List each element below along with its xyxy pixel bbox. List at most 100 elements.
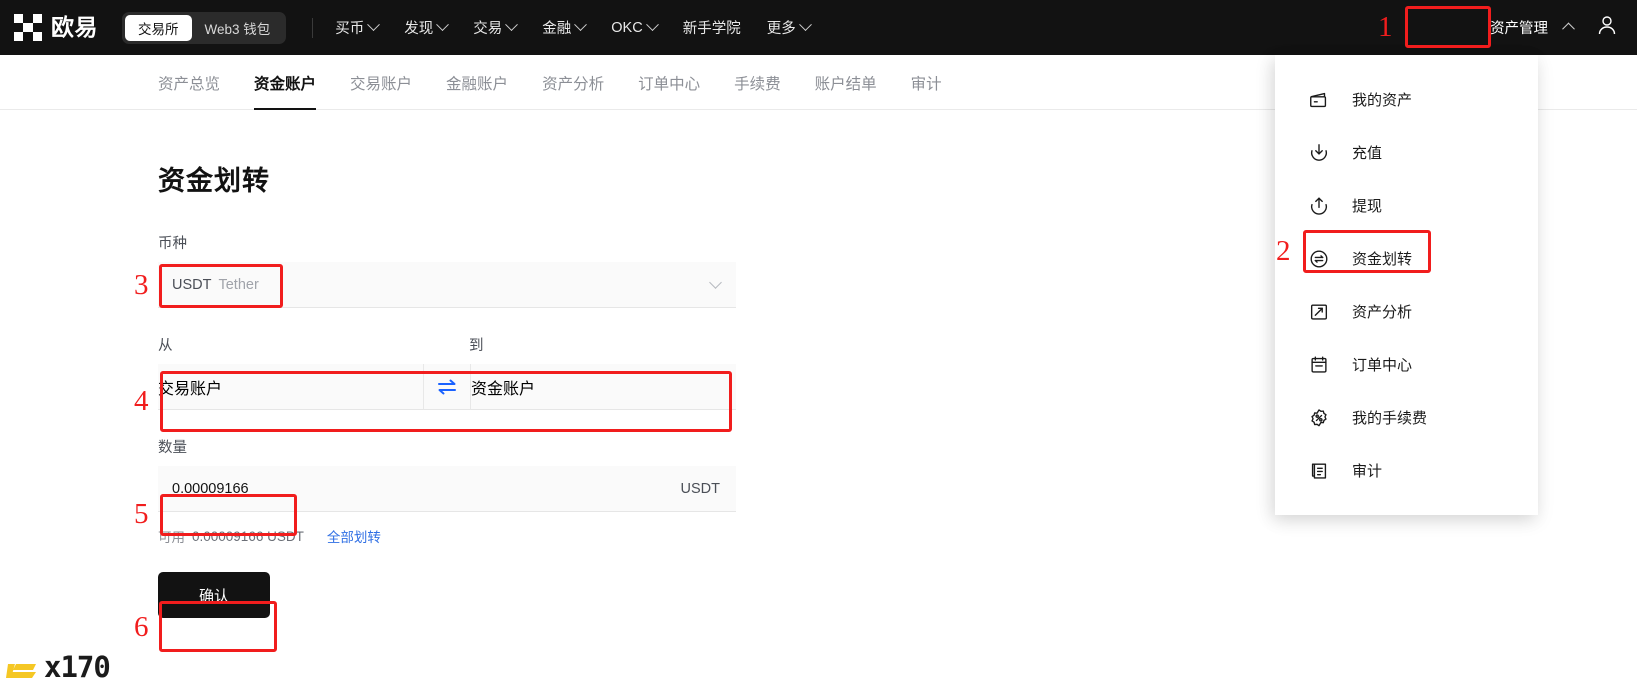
dropdown-item-audit[interactable]: 审计	[1275, 444, 1538, 497]
from-to-labels: 从 到	[158, 334, 736, 364]
currency-select[interactable]: USDT Tether	[158, 262, 736, 308]
chevron-down-icon	[709, 276, 722, 289]
nav-label: 金融	[542, 17, 571, 38]
chevron-down-icon	[646, 18, 659, 31]
annotation-number-5: 5	[134, 500, 149, 529]
annotation-number-2: 2	[1276, 237, 1291, 266]
asset-manager-menu[interactable]: 资产管理	[1484, 13, 1554, 42]
dropdown-item-my-fees[interactable]: 我的手续费	[1275, 391, 1538, 444]
segment-exchange[interactable]: 交易所	[125, 15, 192, 41]
from-account-select[interactable]: 交易账户	[158, 364, 423, 410]
transfer-circle-icon	[1308, 248, 1330, 270]
chevron-down-icon	[367, 18, 380, 31]
chevron-down-icon	[436, 18, 449, 31]
confirm-button[interactable]: 确认	[158, 572, 270, 618]
annotation-number-4: 4	[134, 387, 149, 416]
subtab-financial-account[interactable]: 金融账户	[446, 55, 508, 110]
swap-arrows-icon	[436, 378, 458, 396]
chevron-down-icon	[799, 18, 812, 31]
watermark-logo: x170	[6, 650, 110, 684]
dropdown-item-label: 我的资产	[1352, 89, 1412, 110]
wallet-icon	[1308, 89, 1330, 111]
nav-item-more[interactable]: 更多	[767, 17, 810, 38]
analytics-chart-icon	[1308, 301, 1330, 323]
subtab-fees[interactable]: 手续费	[734, 55, 781, 110]
amount-label: 数量	[158, 436, 736, 457]
subtab-asset-analysis[interactable]: 资产分析	[542, 55, 604, 110]
subtab-funding-account[interactable]: 资金账户	[254, 55, 316, 110]
segment-web3-wallet[interactable]: Web3 钱包	[192, 15, 284, 41]
dropdown-item-label: 订单中心	[1352, 354, 1412, 375]
transfer-form: 币种 USDT Tether 从 到 交易账户	[158, 232, 736, 618]
dropdown-item-label: 充值	[1352, 142, 1382, 163]
nav-label: 更多	[767, 17, 796, 38]
nav-divider	[312, 18, 313, 38]
to-account-value: 资金账户	[471, 375, 535, 399]
nav-item-academy[interactable]: 新手学院	[683, 17, 741, 38]
user-avatar-icon[interactable]	[1595, 13, 1619, 42]
annotation-number-3: 3	[134, 271, 149, 300]
nav-item-okc[interactable]: OKC	[611, 20, 656, 36]
top-right-controls: 资产管理	[1484, 0, 1637, 55]
subtab-trading-account[interactable]: 交易账户	[350, 55, 412, 110]
main-nav-items: 买币 发现 交易 金融 OKC 新手学院 更多	[335, 17, 809, 38]
dropdown-item-label: 我的手续费	[1352, 407, 1427, 428]
audit-document-icon	[1308, 460, 1330, 482]
subtab-order-center[interactable]: 订单中心	[638, 55, 700, 110]
available-label: 可用	[158, 526, 185, 546]
subtab-audit[interactable]: 审计	[911, 55, 942, 110]
fx-logo-mark-icon	[6, 650, 40, 684]
chevron-down-icon	[574, 18, 587, 31]
dropdown-item-asset-analysis[interactable]: 资产分析	[1275, 285, 1538, 338]
nav-label: OKC	[611, 20, 642, 36]
dropdown-item-deposit[interactable]: 充值	[1275, 126, 1538, 179]
dropdown-item-order-center[interactable]: 订单中心	[1275, 338, 1538, 391]
dropdown-item-label: 资产分析	[1352, 301, 1412, 322]
subtab-account-statement[interactable]: 账户结单	[815, 55, 877, 110]
currency-name: Tether	[218, 277, 258, 293]
brand-logo-text: 欧易	[51, 16, 98, 39]
page-root: 欧易 交易所 Web3 钱包 买币 发现 交易 金融	[0, 0, 1637, 692]
subtab-asset-overview[interactable]: 资产总览	[158, 55, 220, 110]
amount-unit: USDT	[681, 481, 720, 497]
currency-symbol: USDT	[172, 277, 211, 293]
chevron-down-icon	[505, 18, 518, 31]
from-to-selects: 交易账户 资金账户	[158, 364, 736, 410]
annotation-number-1: 1	[1378, 13, 1393, 42]
deposit-down-arrow-icon	[1308, 142, 1330, 164]
from-account-value: 交易账户	[158, 375, 222, 399]
percent-badge-icon	[1308, 407, 1330, 429]
nav-label: 买币	[335, 17, 364, 38]
to-label: 到	[469, 334, 484, 355]
dropdown-item-fund-transfer[interactable]: 资金划转	[1275, 232, 1538, 285]
withdraw-up-arrow-icon	[1308, 195, 1330, 217]
nav-item-buy-crypto[interactable]: 买币	[335, 17, 378, 38]
nav-label: 新手学院	[683, 17, 741, 38]
currency-label: 币种	[158, 232, 736, 253]
annotation-number-6: 6	[134, 613, 149, 642]
dropdown-item-label: 审计	[1352, 460, 1382, 481]
chevron-up-icon	[1562, 23, 1575, 36]
amount-value: 0.00009166	[172, 481, 249, 497]
okx-checkerboard-logo-icon	[14, 14, 42, 42]
from-label: 从	[158, 334, 469, 355]
dropdown-item-label: 提现	[1352, 195, 1382, 216]
nav-item-discover[interactable]: 发现	[404, 17, 447, 38]
brand-logo[interactable]: 欧易	[14, 14, 98, 42]
transfer-all-link[interactable]: 全部划转	[327, 526, 381, 546]
available-value: 0.00009166 USDT	[192, 529, 304, 544]
nav-item-finance[interactable]: 金融	[542, 17, 585, 38]
nav-label: 发现	[404, 17, 433, 38]
dropdown-item-withdraw[interactable]: 提现	[1275, 179, 1538, 232]
available-balance-row: 可用 0.00009166 USDT 全部划转	[158, 526, 736, 546]
dropdown-item-label: 资金划转	[1352, 248, 1412, 269]
currency-value: USDT Tether	[172, 277, 259, 293]
swap-accounts-button[interactable]	[423, 364, 471, 410]
to-account-select[interactable]: 资金账户	[471, 364, 736, 410]
nav-label: 交易	[473, 17, 502, 38]
amount-input[interactable]: 0.00009166 USDT	[158, 466, 736, 512]
watermark-text: x170	[44, 650, 110, 684]
nav-item-trade[interactable]: 交易	[473, 17, 516, 38]
asset-manager-dropdown: 我的资产 充值 提现	[1275, 55, 1538, 515]
dropdown-item-my-assets[interactable]: 我的资产	[1275, 73, 1538, 126]
